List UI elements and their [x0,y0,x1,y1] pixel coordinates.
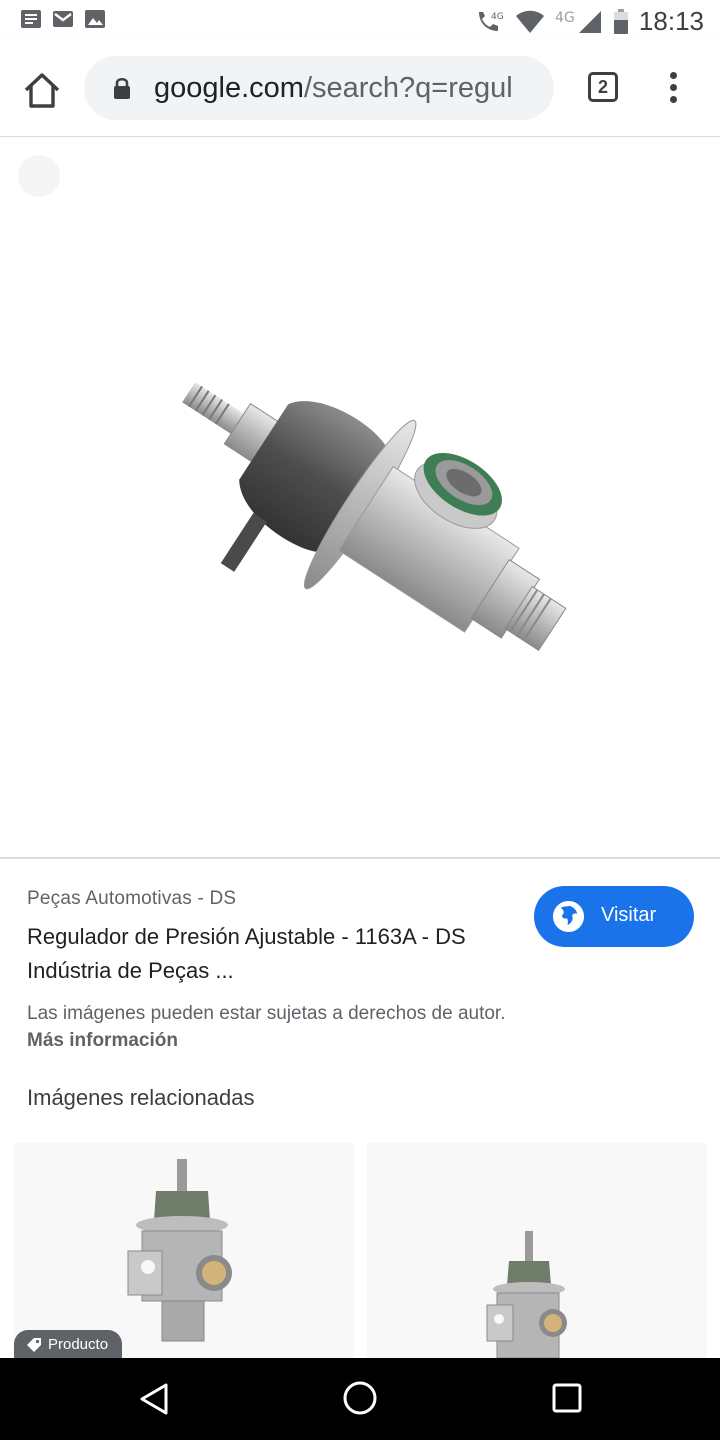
battery-icon [613,8,628,34]
clock: 18:13 [638,6,704,36]
product-image [182,382,567,652]
image-viewer [0,137,720,857]
back-icon[interactable] [138,1382,170,1416]
home-icon[interactable] [20,70,64,110]
status-bar: 4G 4G 18:13 [0,0,720,40]
related-product-image-1 [127,1159,232,1342]
wifi-call-icon: 4G [478,11,504,31]
recent-apps-icon[interactable] [552,1383,582,1413]
lock-icon [114,77,130,99]
product-badge: Producto [14,1330,123,1358]
url-text: google.com/search?q=regul [154,72,513,105]
divider [0,857,720,859]
menu-icon[interactable] [664,72,682,106]
system-navigation-bar [0,1358,720,1440]
visit-button[interactable]: Visitar [534,886,694,947]
gallery-icon [85,10,105,28]
browser-toolbar: google.com/search?q=regul 2 [0,40,720,137]
result-title[interactable]: Regulador de Presión Ajustable - 1163A -… [27,920,527,988]
notes-icon [21,10,41,28]
close-icon[interactable] [18,155,60,197]
gmail-icon [53,11,73,27]
more-info-link[interactable]: Más información [27,1030,178,1052]
related-images-heading: Imágenes relacionadas [27,1085,255,1110]
related-product-image-2 [486,1231,567,1358]
tag-icon [27,1338,41,1352]
related-image-2[interactable] [367,1143,707,1358]
globe-icon [552,900,585,933]
tab-switcher-button[interactable]: 2 [588,72,618,102]
related-image-1[interactable]: Producto [14,1143,354,1358]
address-bar[interactable]: google.com/search?q=regul [84,56,554,120]
svg-text:4G: 4G [555,10,575,26]
signal-icon: 4G [555,10,601,33]
wifi-icon [515,10,544,33]
url-path: /search?q=regul [303,72,513,104]
url-host: google.com [154,72,304,104]
svg-text:4G: 4G [491,12,504,22]
source-site[interactable]: Peças Automotivas - DS [27,888,236,910]
copyright-notice: Las imágenes pueden estar sujetas a dere… [27,1003,506,1024]
home-nav-icon[interactable] [342,1380,378,1416]
visit-label: Visitar [601,904,657,926]
badge-label: Producto [48,1336,109,1353]
